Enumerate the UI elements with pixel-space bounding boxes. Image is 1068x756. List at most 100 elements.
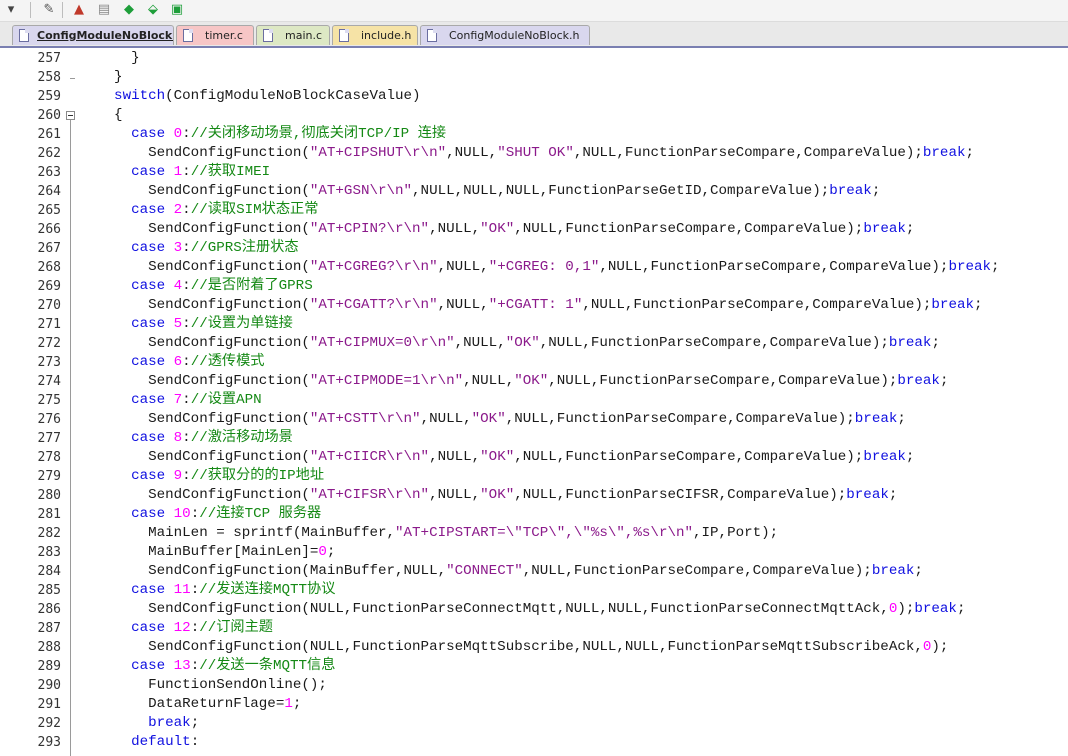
- code-line[interactable]: 266 SendConfigFunction("AT+CPIN?\r\n",NU…: [0, 220, 1068, 239]
- code-line[interactable]: 265 case 2://读取SIM状态正常: [0, 201, 1068, 220]
- tab-configmodulenoblock-h[interactable]: ConfigModuleNoBlock.h: [420, 25, 590, 45]
- code-line[interactable]: 286 SendConfigFunction(NULL,FunctionPars…: [0, 600, 1068, 619]
- code-line[interactable]: 283 MainBuffer[MainLen]=0;: [0, 543, 1068, 562]
- code-token: ,NULL,FunctionParseCompare,CompareValue)…: [522, 563, 872, 579]
- tab-include-h[interactable]: include.h: [332, 25, 418, 45]
- toolbar: ▾ ✎ ▲ ▤ ◆ ⬙ ▣: [0, 0, 1068, 22]
- code-line[interactable]: 293 default:: [0, 733, 1068, 752]
- code-token: }: [80, 50, 140, 66]
- code-line[interactable]: 276 SendConfigFunction("AT+CSTT\r\n",NUL…: [0, 410, 1068, 429]
- code-line[interactable]: 288 SendConfigFunction(NULL,FunctionPars…: [0, 638, 1068, 657]
- code-line[interactable]: 261 case 0://关闭移动场景,彻底关闭TCP/IP 连接: [0, 125, 1068, 144]
- string-token: "AT+GSN\r\n": [309, 183, 413, 199]
- download-diamond-icon[interactable]: ⬙: [144, 1, 162, 19]
- code-token: ;: [939, 373, 949, 389]
- string-token: "AT+CIFSR\r\n": [309, 487, 430, 503]
- code-line[interactable]: 268 SendConfigFunction("AT+CGREG?\r\n",N…: [0, 258, 1068, 277]
- code-token: :: [190, 506, 200, 522]
- code-line[interactable]: 272 SendConfigFunction("AT+CIPMUX=0\r\n"…: [0, 334, 1068, 353]
- code-token: ;: [914, 563, 923, 579]
- code-text: SendConfigFunction(NULL,FunctionParseMqt…: [80, 638, 948, 657]
- keyword-token: case: [80, 582, 174, 598]
- code-line[interactable]: 269 case 4://是否附着了GPRS: [0, 277, 1068, 296]
- string-token: "OK": [471, 411, 506, 427]
- code-line[interactable]: 271 case 5://设置为单链接: [0, 315, 1068, 334]
- code-editor[interactable]: 257 } 258 } 259 switch(ConfigModuleNoBlock…: [0, 48, 1068, 756]
- code-token: ,NULL,: [429, 221, 481, 237]
- line-number: 288: [37, 640, 61, 655]
- code-line[interactable]: 263 case 1://获取IMEI: [0, 163, 1068, 182]
- number-token: 0: [173, 126, 183, 142]
- code-line[interactable]: 267 case 3://GPRS注册状态: [0, 239, 1068, 258]
- code-line[interactable]: 280 SendConfigFunction("AT+CIFSR\r\n",NU…: [0, 486, 1068, 505]
- code-token: SendConfigFunction(: [80, 335, 310, 351]
- code-line[interactable]: 287 case 12://订阅主题: [0, 619, 1068, 638]
- keyword-token: case: [80, 164, 174, 180]
- code-line[interactable]: 279 case 9://获取分的的IP地址: [0, 467, 1068, 486]
- comment-token: //激活移动场景: [190, 430, 293, 446]
- code-text: SendConfigFunction("AT+CGREG?\r\n",NULL,…: [80, 258, 999, 277]
- code-line[interactable]: 270 SendConfigFunction("AT+CGATT?\r\n",N…: [0, 296, 1068, 315]
- batch-build-icon[interactable]: ▣: [168, 1, 186, 19]
- wand-icon[interactable]: ✎: [40, 1, 58, 19]
- code-line[interactable]: 259 switch(ConfigModuleNoBlockCaseValue): [0, 87, 1068, 106]
- code-token: MainBuffer[MainLen]=: [80, 544, 319, 560]
- code-token: ,NULL,FunctionParseCompare,CompareValue)…: [505, 411, 855, 427]
- code-line[interactable]: 275 case 7://设置APN: [0, 391, 1068, 410]
- tab-label: main.c: [285, 29, 323, 42]
- code-token: }: [80, 69, 123, 85]
- line-number: 257: [37, 51, 61, 66]
- tab-configmodulenoblock-c[interactable]: ConfigModuleNoBlock.c: [12, 25, 174, 45]
- code-line[interactable]: 278 SendConfigFunction("AT+CIICR\r\n",NU…: [0, 448, 1068, 467]
- diamond-green-icon[interactable]: ◆: [120, 1, 138, 19]
- code-line[interactable]: 281 case 10://连接TCP 服务器: [0, 505, 1068, 524]
- file-icon: [183, 29, 193, 42]
- tab-main-c[interactable]: main.c: [256, 25, 330, 45]
- code-line[interactable]: 284 SendConfigFunction(MainBuffer,NULL,"…: [0, 562, 1068, 581]
- code-token: ,NULL,: [446, 145, 498, 161]
- code-line[interactable]: 282 MainLen = sprintf(MainBuffer,"AT+CIP…: [0, 524, 1068, 543]
- code-line[interactable]: 290 FunctionSendOnline();: [0, 676, 1068, 695]
- build-red-icon[interactable]: ▲: [70, 1, 88, 19]
- code-line[interactable]: 289 case 13://发送一条MQTT信息: [0, 657, 1068, 676]
- code-token: :: [190, 582, 200, 598]
- code-line[interactable]: 277 case 8://激活移动场景: [0, 429, 1068, 448]
- tab-timer-c[interactable]: timer.c: [176, 25, 254, 45]
- line-number: 269: [37, 279, 61, 294]
- code-line[interactable]: 274 SendConfigFunction("AT+CIPMODE=1\r\n…: [0, 372, 1068, 391]
- code-line[interactable]: 258 }: [0, 68, 1068, 87]
- number-token: 0: [318, 544, 327, 560]
- code-line[interactable]: 262 SendConfigFunction("AT+CIPSHUT\r\n",…: [0, 144, 1068, 163]
- code-text: FunctionSendOnline();: [80, 676, 327, 695]
- fold-toggle-icon[interactable]: [66, 111, 75, 120]
- code-token: (ConfigModuleNoBlockCaseValue): [165, 88, 421, 104]
- code-text: SendConfigFunction(MainBuffer,NULL,"CONN…: [80, 562, 923, 581]
- stack-gray-icon[interactable]: ▤: [95, 1, 113, 19]
- keyword-token: case: [80, 316, 174, 332]
- code-line[interactable]: 257 }: [0, 49, 1068, 68]
- code-token: ;: [190, 715, 200, 731]
- code-line[interactable]: 273 case 6://透传模式: [0, 353, 1068, 372]
- code-text: SendConfigFunction("AT+CIPSHUT\r\n",NULL…: [80, 144, 974, 163]
- code-token: ,NULL,: [454, 335, 506, 351]
- code-line[interactable]: 264 SendConfigFunction("AT+GSN\r\n",NULL…: [0, 182, 1068, 201]
- keyword-token: break: [863, 449, 906, 465]
- code-line[interactable]: 260 {: [0, 106, 1068, 125]
- string-token: "AT+CIICR\r\n": [309, 449, 430, 465]
- code-token: ;: [888, 487, 898, 503]
- code-text: case 6://透传模式: [80, 353, 264, 372]
- dropdown-arrow-icon[interactable]: ▾: [2, 1, 20, 19]
- line-number: 260: [37, 108, 61, 123]
- line-number: 273: [37, 355, 61, 370]
- number-token: 2: [173, 202, 183, 218]
- code-line[interactable]: 285 case 11://发送连接MQTT协议: [0, 581, 1068, 600]
- code-line[interactable]: 292 break;: [0, 714, 1068, 733]
- number-token: 1: [173, 164, 183, 180]
- toolbar-separator: [62, 2, 63, 18]
- keyword-token: break: [948, 259, 992, 275]
- keyword-token: break: [888, 335, 932, 351]
- code-line[interactable]: 291 DataReturnFlage=1;: [0, 695, 1068, 714]
- string-token: "CONNECT": [446, 563, 523, 579]
- string-token: "AT+CGATT?\r\n": [309, 297, 438, 313]
- keyword-token: break: [863, 221, 906, 237]
